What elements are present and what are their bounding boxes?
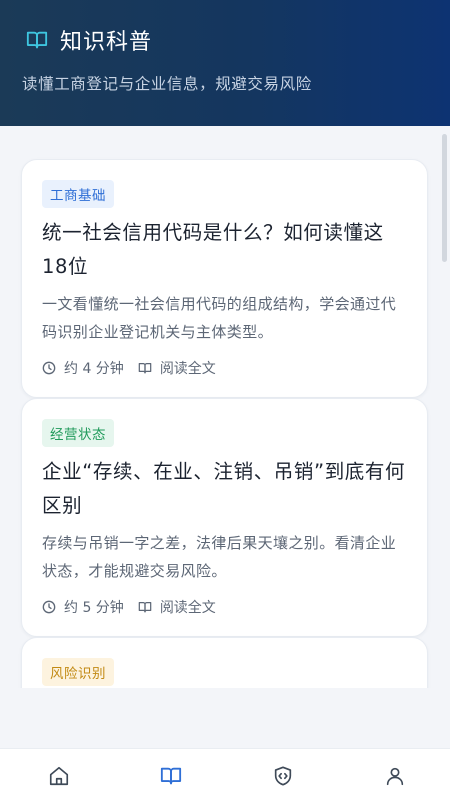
article-card[interactable]: 工商基础 统一社会信用代码是什么？如何读懂这18位 一文看懂统一社会信用代码的组…	[21, 159, 428, 398]
scrollbar[interactable]	[442, 134, 447, 262]
shield-code-icon[interactable]	[272, 765, 294, 787]
user-icon[interactable]	[384, 765, 406, 787]
article-meta: 约 4 分钟 阅读全文	[42, 358, 409, 378]
page-title: 知识科普	[60, 30, 153, 55]
article-summary: 一文看懂统一社会信用代码的组成结构，学会通过代码识别企业登记机关与主体类型。	[42, 295, 397, 341]
category-tag: 工商基础	[42, 180, 114, 208]
header-title-row: 知识科普	[22, 24, 428, 56]
article-card[interactable]: 风险识别	[21, 637, 428, 688]
article-card[interactable]: 经营状态 企业“存续、在业、注销、吊销”到底有何区别 存续与吊销一字之差，法律后…	[21, 398, 428, 637]
article-list[interactable]: 工商基础 统一社会信用代码是什么？如何读懂这18位 一文看懂统一社会信用代码的组…	[0, 126, 450, 688]
read-time: 约 5 分钟	[64, 600, 124, 616]
article-summary: 存续与吊销一字之差，法律后果天壤之别。看清企业状态，才能规避交易风险。	[42, 534, 397, 580]
home-icon[interactable]	[48, 765, 70, 787]
category-tag: 风险识别	[42, 658, 114, 686]
article-title[interactable]: 统一社会信用代码是什么？如何读懂这18位	[42, 216, 409, 284]
read-time: 约 4 分钟	[64, 361, 124, 377]
book-open-icon	[138, 602, 152, 613]
article-title[interactable]: 企业“存续、在业、注销、吊销”到底有何区别	[42, 455, 409, 523]
clock-icon	[42, 361, 56, 375]
read-full-link[interactable]: 阅读全文	[160, 358, 216, 378]
category-tag: 经营状态	[42, 419, 114, 447]
book-icon	[26, 31, 48, 49]
read-full-link[interactable]: 阅读全文	[160, 597, 216, 617]
book-icon[interactable]	[160, 765, 182, 787]
header: 知识科普 读懂工商登记与企业信息，规避交易风险	[0, 0, 450, 126]
article-meta: 约 5 分钟 阅读全文	[42, 597, 409, 617]
clock-icon	[42, 600, 56, 614]
book-open-icon	[138, 363, 152, 374]
bottom-nav	[0, 748, 450, 801]
page-subtitle: 读懂工商登记与企业信息，规避交易风险	[22, 75, 312, 93]
